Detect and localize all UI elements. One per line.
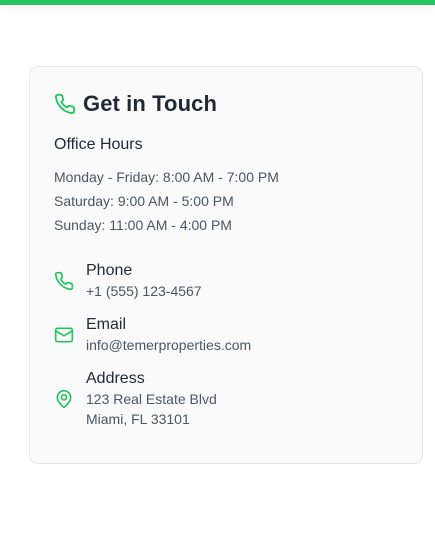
- email-value[interactable]: info@temerproperties.com: [86, 335, 251, 355]
- hours-line-sunday: Sunday: 11:00 AM - 4:00 PM: [54, 217, 232, 233]
- card-header: Get in Touch: [54, 89, 398, 119]
- top-accent-bar: [0, 0, 435, 5]
- card-title: Get in Touch: [83, 91, 218, 116]
- phone-icon: [54, 271, 74, 291]
- map-pin-icon: [54, 389, 74, 409]
- hours-line-saturday: Saturday: 9:00 AM - 5:00 PM: [54, 193, 234, 209]
- phone-value[interactable]: +1 (555) 123-4567: [86, 281, 202, 301]
- mail-icon: [54, 325, 74, 345]
- phone-icon: [54, 93, 76, 115]
- address-line-1: 123 Real Estate Blvd: [86, 391, 217, 407]
- contact-list: Phone +1 (555) 123-4567 Email info@temer…: [54, 261, 398, 429]
- office-hours-list: Monday - Friday: 8:00 AM - 7:00 PM Satur…: [54, 165, 398, 237]
- address-label: Address: [86, 370, 145, 387]
- contact-item-email: Email info@temerproperties.com: [54, 315, 398, 355]
- address-line-2: Miami, FL 33101: [86, 411, 190, 427]
- contact-item-address: Address 123 Real Estate Blvd Miami, FL 3…: [54, 369, 398, 429]
- contact-item-phone: Phone +1 (555) 123-4567: [54, 261, 398, 301]
- phone-label: Phone: [86, 262, 133, 279]
- contact-card: Get in Touch Office Hours Monday - Frida…: [29, 66, 423, 464]
- hours-line-weekdays: Monday - Friday: 8:00 AM - 7:00 PM: [54, 169, 279, 185]
- email-label: Email: [86, 316, 127, 333]
- office-hours-heading: Office Hours: [54, 136, 143, 153]
